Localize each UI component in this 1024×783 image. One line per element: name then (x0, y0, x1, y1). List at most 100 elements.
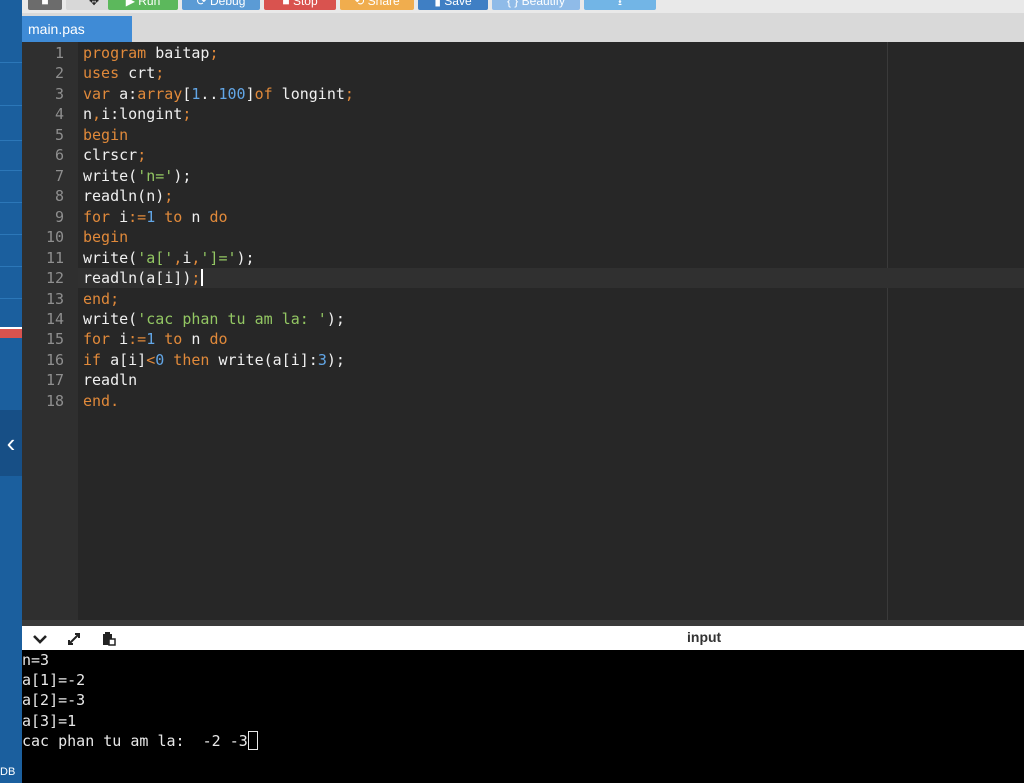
stop-button[interactable]: ■ Stop (264, 0, 336, 10)
code-editor[interactable]: 1 2 3 4 5 6 7 8 9 10 11 12 13 14 15 16 1… (22, 42, 1024, 620)
sidebar-divider (0, 298, 22, 299)
code-token: i (110, 330, 129, 348)
console-line: a[1]=-2 (22, 671, 86, 689)
code-token: .. (200, 85, 219, 103)
code-token: ; (110, 290, 120, 308)
line-number: 15 (45, 330, 64, 348)
code-token: n (182, 330, 210, 348)
number-token: 100 (218, 85, 246, 103)
save-button[interactable]: ▮ Save (418, 0, 488, 10)
sidebar-divider (0, 170, 22, 171)
keyword-token: end (83, 392, 111, 410)
expand-icon[interactable] (64, 628, 84, 648)
code-token: longint (272, 85, 345, 103)
line-number: 6 (54, 146, 64, 164)
keyword-token: do (209, 330, 228, 348)
code-token: ; (137, 146, 147, 164)
keyword-token: then (164, 351, 210, 369)
print-margin (887, 42, 888, 620)
sidebar-divider (0, 140, 22, 141)
code-line: program baitap; (83, 43, 218, 63)
code-token: write( (83, 249, 138, 267)
toolbar: ■ ✥ ▶ Run ⟳ Debug ■ Stop ⟲ Share ▮ Save … (22, 0, 1024, 13)
line-number: 12 (45, 269, 64, 287)
text-caret (201, 269, 203, 286)
code-token: ); (173, 167, 192, 185)
code-token: ; (344, 85, 354, 103)
line-number: 4 (54, 105, 64, 123)
debug-button[interactable]: ⟳ Debug (182, 0, 260, 10)
console-header: input (22, 626, 1024, 650)
collapse-sidebar-button[interactable]: ‹ (0, 410, 22, 476)
code-token: clrscr (83, 146, 138, 164)
line-number: 3 (54, 85, 64, 103)
sidebar-highlight-item[interactable] (0, 327, 22, 338)
console-cursor (247, 731, 258, 750)
code-line: if a[i]<0 then write(a[i]:3); (83, 350, 345, 370)
code-token: := (128, 330, 147, 348)
sidebar-db-label: DB (0, 766, 16, 778)
code-line: write('a[',i,']='); (83, 248, 255, 268)
code-line: clrscr; (83, 145, 146, 165)
code-line: begin (83, 227, 128, 247)
console-line-last: cac phan tu am la: -2 -3 (22, 731, 258, 751)
keyword-token: if (83, 351, 102, 369)
clipboard-icon[interactable] (98, 628, 118, 648)
code-token: write( (83, 310, 138, 328)
code-line: uses crt; (83, 63, 164, 83)
code-token: readln (83, 371, 138, 389)
code-line: n,i:longint; (83, 104, 191, 124)
code-token: , (92, 105, 102, 123)
sidebar-divider (0, 105, 22, 106)
code-token: := (128, 208, 147, 226)
console-line: n=3 (22, 651, 50, 669)
keyword-token: for (83, 330, 111, 348)
code-token: ; (191, 269, 201, 287)
code-line: end; (83, 289, 119, 309)
code-line: var a:array[1..100]of longint; (83, 84, 354, 104)
line-number: 8 (54, 187, 64, 205)
line-number: 13 (45, 290, 64, 308)
code-token: a[i] (101, 351, 147, 369)
sidebar-divider (0, 202, 22, 203)
code-line: readln(n); (83, 186, 173, 206)
keyword-token: to (155, 330, 183, 348)
sidebar-divider (0, 234, 22, 235)
code-token: . (110, 392, 120, 410)
console-output[interactable]: n=3 a[1]=-2 a[2]=-3 a[3]=1 cac phan tu a… (22, 650, 1024, 783)
tab-main-pas[interactable]: main.pas (22, 16, 132, 42)
left-sidebar: ‹ DB (0, 0, 22, 783)
chevron-down-icon[interactable] (30, 628, 50, 648)
keyword-token: end (83, 290, 111, 308)
number-token: 0 (155, 351, 165, 369)
keyword-token: uses (83, 64, 120, 82)
run-button[interactable]: ▶ Run (108, 0, 178, 10)
line-number: 5 (54, 126, 64, 144)
console-line: cac phan tu am la: -2 -3 (22, 732, 248, 750)
number-token: 3 (317, 351, 327, 369)
code-token: baitap (146, 44, 210, 62)
download-button[interactable]: ⭳ (584, 0, 656, 10)
code-token: ] (245, 85, 255, 103)
keyword-token: for (83, 208, 111, 226)
line-number: 18 (45, 392, 64, 410)
line-number: 14 (45, 310, 64, 328)
string-token: 'cac phan tu am la: ' (137, 310, 327, 328)
code-line: for i:=1 to n do (83, 329, 228, 349)
console-line: a[3]=1 (22, 712, 77, 730)
line-number: 11 (45, 249, 64, 267)
file-tab-bar: main.pas (22, 13, 1024, 42)
line-number: 1 (54, 44, 64, 62)
menu-button[interactable]: ■ (28, 0, 62, 10)
code-line: begin (83, 125, 128, 145)
code-line: readln(a[i]); (83, 268, 203, 288)
line-number: 2 (54, 64, 64, 82)
beautify-button[interactable]: { } Beautify (492, 0, 580, 10)
code-token: readln(a[i]) (83, 269, 192, 287)
line-number: 10 (45, 228, 64, 246)
share-button[interactable]: ⟲ Share (340, 0, 414, 10)
keyword-token: var (83, 85, 111, 103)
line-number: 7 (54, 167, 64, 185)
console-input-label: input (687, 629, 722, 645)
keyword-token: to (155, 208, 183, 226)
